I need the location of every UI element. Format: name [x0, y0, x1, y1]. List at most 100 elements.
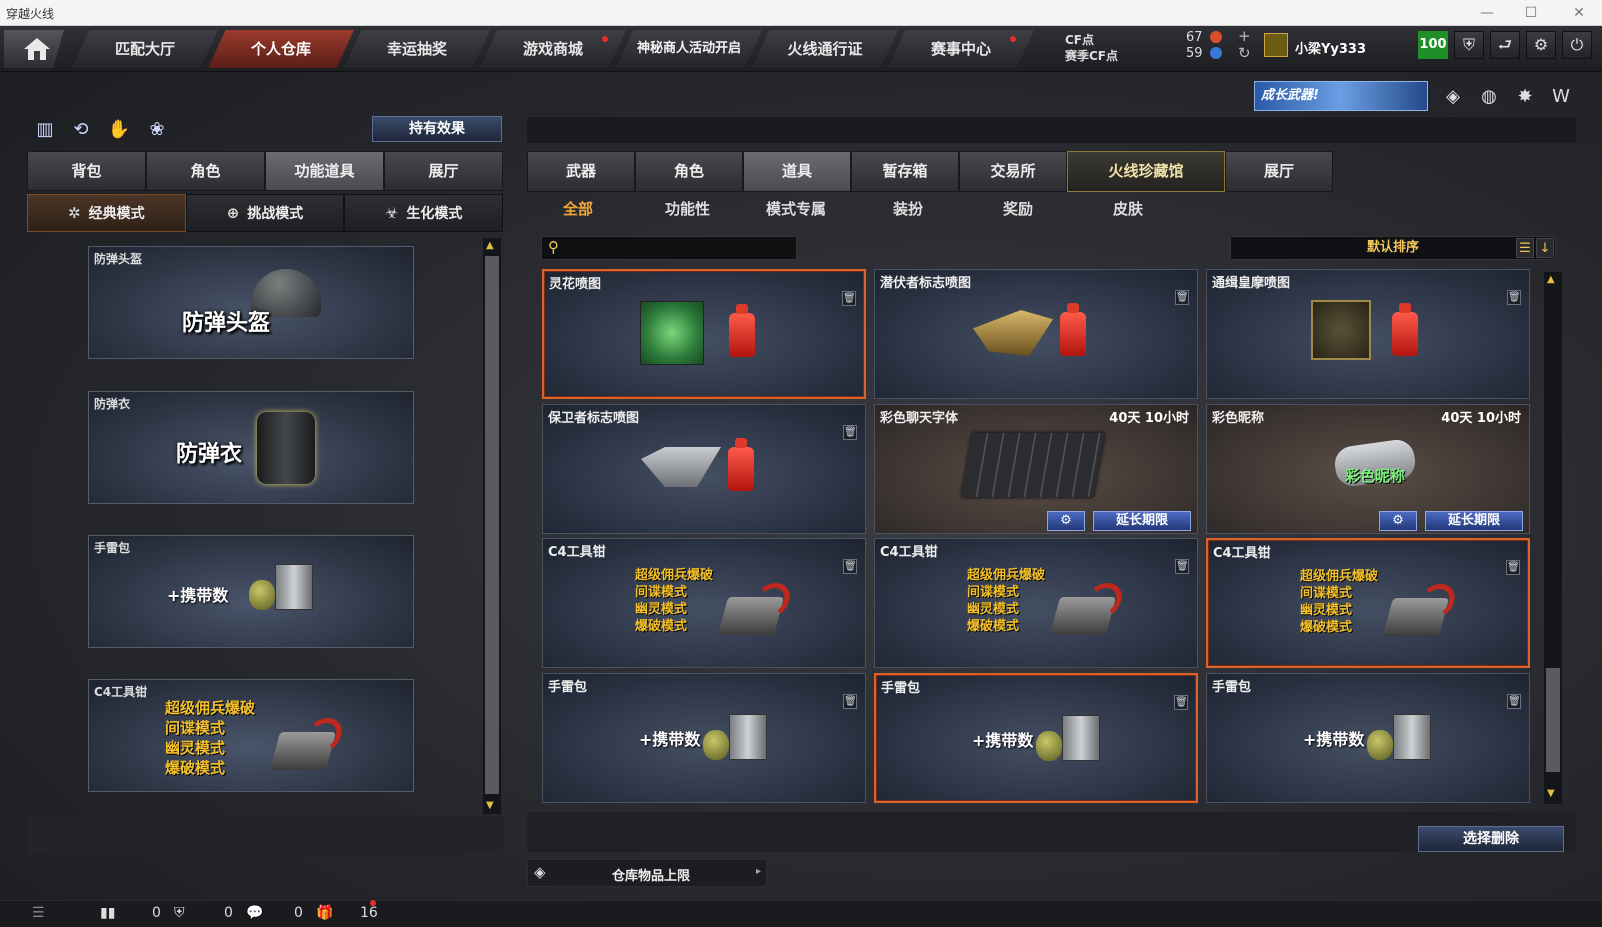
item-card[interactable]: 彩色聊天字体 40天 10小时 ⚙ 延长期限: [874, 404, 1198, 534]
trash-icon[interactable]: 🗑: [843, 425, 857, 440]
extend-duration-button[interactable]: 延长期限: [1093, 511, 1191, 531]
tab-showroom[interactable]: 展厅: [384, 151, 503, 191]
tab-functional-items[interactable]: 功能道具: [265, 151, 384, 191]
loadout-slot-vest[interactable]: 防弹衣 防弹衣: [88, 391, 414, 504]
item-card[interactable]: 潜伏者标志喷图 🗑: [874, 269, 1198, 399]
settings-button[interactable]: ⚙: [1379, 511, 1417, 531]
item-card[interactable]: 手雷包 🗑 +携带数: [542, 673, 866, 803]
shield-icon[interactable]: ⛨: [1454, 31, 1484, 59]
bag-icon[interactable]: ❀: [144, 117, 170, 143]
tab-collection-hall[interactable]: 火线珍藏馆: [1067, 151, 1225, 192]
expand-arrow-icon[interactable]: ▸: [756, 866, 761, 877]
close-icon[interactable]: ✕: [1566, 3, 1592, 23]
loadout-slot-c4-tool[interactable]: C4工具钳 超级佣兵爆破 间谍模式 幽灵模式 爆破模式: [88, 679, 414, 792]
tab-mystery-merchant[interactable]: 神秘商人活动开启: [616, 30, 762, 68]
subtab-rewards[interactable]: 奖励: [1003, 198, 1033, 219]
item-card[interactable]: 彩色昵称 40天 10小时 彩色昵称 ⚙ 延长期限: [1206, 404, 1530, 534]
mode-classic[interactable]: ✲ 经典模式: [27, 194, 186, 232]
mode-biochem[interactable]: ☣ 生化模式: [344, 194, 504, 232]
storage-limit-bar[interactable]: ◈ 仓库物品上限 ▸: [527, 859, 767, 887]
list-view-icon[interactable]: ☰: [1516, 238, 1534, 258]
trash-icon[interactable]: 🗑: [1175, 290, 1189, 305]
tab-character[interactable]: 角色: [146, 151, 265, 191]
menu-icon[interactable]: ☰: [32, 905, 45, 921]
scroll-up-icon[interactable]: ▲: [1547, 274, 1555, 285]
grenade-image: [249, 580, 275, 610]
subtab-skins[interactable]: 皮肤: [1113, 198, 1143, 219]
tab-temp-box[interactable]: 暂存箱: [851, 151, 959, 192]
emblem-icon[interactable]: ✸: [1512, 84, 1538, 110]
tab-personal-storage[interactable]: 个人仓库: [208, 30, 354, 68]
item-card[interactable]: 通缉皇摩喷图 🗑: [1206, 269, 1530, 399]
cycle-icon[interactable]: ⟲: [68, 117, 94, 143]
tab-exhibition[interactable]: 展厅: [1225, 151, 1333, 192]
effects-button[interactable]: 持有效果: [372, 116, 502, 142]
vip-icon[interactable]: W: [1548, 84, 1574, 110]
item-card[interactable]: 手雷包 🗑 +携带数: [874, 673, 1198, 803]
tab-backpack[interactable]: 背包: [27, 151, 146, 191]
home-button[interactable]: [4, 30, 64, 68]
mode-challenge[interactable]: ⊕ 挑战模式: [185, 194, 345, 232]
tab-characters[interactable]: 角色: [635, 151, 743, 192]
globe-icon[interactable]: ◍: [1476, 84, 1502, 110]
search-box[interactable]: ⚲: [541, 236, 797, 260]
growth-weapon-banner[interactable]: 成长武器!: [1254, 81, 1428, 111]
sort-direction-icon[interactable]: ↓: [1536, 238, 1554, 258]
subtab-functional[interactable]: 功能性: [665, 198, 710, 219]
item-card[interactable]: C4工具钳 🗑 超级佣兵爆破 间谍模式 幽灵模式 爆破模式: [1206, 538, 1530, 668]
scroll-down-icon[interactable]: ▼: [486, 800, 494, 811]
gear-icon[interactable]: ⚙: [1526, 31, 1556, 59]
trash-icon[interactable]: 🗑: [843, 559, 857, 574]
trash-icon[interactable]: 🗑: [1507, 694, 1521, 709]
chat-icon[interactable]: 💬: [246, 905, 263, 921]
search-input[interactable]: [570, 239, 792, 257]
subtab-mode-exclusive[interactable]: 模式专属: [766, 198, 826, 219]
tab-lucky-draw[interactable]: 幸运抽奖: [344, 30, 490, 68]
return-icon[interactable]: ⮐: [1490, 31, 1520, 59]
friends-icon[interactable]: ▮▮: [100, 905, 115, 921]
subtab-dress-up[interactable]: 装扮: [893, 198, 923, 219]
gift-icon[interactable]: 🎁: [316, 905, 333, 921]
trash-icon[interactable]: 🗑: [1506, 560, 1520, 575]
minimize-icon[interactable]: —: [1474, 3, 1500, 23]
subtab-all[interactable]: 全部: [563, 198, 593, 219]
trash-icon[interactable]: 🗑: [1507, 290, 1521, 305]
add-icon[interactable]: +: [1238, 27, 1251, 45]
tab-game-mall[interactable]: 游戏商城: [480, 30, 626, 68]
tab-battle-pass[interactable]: 火线通行证: [752, 30, 898, 68]
loadout-slot-helmet[interactable]: 防弹头盔 防弹头盔: [88, 246, 414, 359]
scroll-down-icon[interactable]: ▼: [1547, 788, 1555, 799]
item-card[interactable]: 手雷包 🗑 +携带数: [1206, 673, 1530, 803]
tab-match-lobby[interactable]: 匹配大厅: [72, 30, 218, 68]
badge-icon[interactable]: ◈: [1440, 84, 1466, 110]
item-card[interactable]: C4工具钳 🗑 超级佣兵爆破 间谍模式 幽灵模式 爆破模式: [542, 538, 866, 668]
tab-exchange[interactable]: 交易所: [959, 151, 1067, 192]
item-card[interactable]: 保卫者标志喷图 🗑: [542, 404, 866, 534]
hand-icon[interactable]: ✋: [106, 117, 132, 143]
settings-button[interactable]: ⚙: [1047, 511, 1085, 531]
trash-icon[interactable]: 🗑: [842, 291, 856, 306]
item-card[interactable]: 灵花喷图 🗑: [542, 269, 866, 399]
maximize-icon[interactable]: ☐: [1518, 3, 1544, 23]
trash-icon[interactable]: 🗑: [843, 694, 857, 709]
clan-icon[interactable]: ⛨: [174, 905, 185, 921]
c4-tool-image: [717, 597, 785, 635]
trash-icon[interactable]: 🗑: [1174, 695, 1188, 710]
trash-icon[interactable]: 🗑: [1175, 559, 1189, 574]
loadout-slot-grenade-pack[interactable]: 手雷包 +携带数: [88, 535, 414, 648]
power-icon[interactable]: ⏻: [1562, 31, 1592, 59]
sort-dropdown[interactable]: 默认排序: [1230, 236, 1556, 260]
left-scroll-thumb[interactable]: [485, 256, 499, 794]
select-delete-button[interactable]: 选择删除: [1418, 826, 1564, 852]
right-scroll-thumb[interactable]: [1546, 668, 1560, 772]
extend-duration-button[interactable]: 延长期限: [1425, 511, 1523, 531]
item-card[interactable]: C4工具钳 🗑 超级佣兵爆破 间谍模式 幽灵模式 爆破模式: [874, 538, 1198, 668]
refresh-icon[interactable]: ↻: [1238, 44, 1251, 62]
scroll-up-icon[interactable]: ▲: [486, 240, 494, 251]
tab-items[interactable]: 道具: [743, 151, 851, 192]
tab-event-center[interactable]: 赛事中心: [888, 30, 1034, 68]
stats-icon[interactable]: ▥: [32, 117, 58, 143]
c4-mode-list: 超级佣兵爆破 间谍模式 幽灵模式 爆破模式: [165, 699, 256, 777]
tab-weapons[interactable]: 武器: [527, 151, 635, 192]
colored-nickname-badge: 彩色昵称: [1345, 467, 1406, 485]
